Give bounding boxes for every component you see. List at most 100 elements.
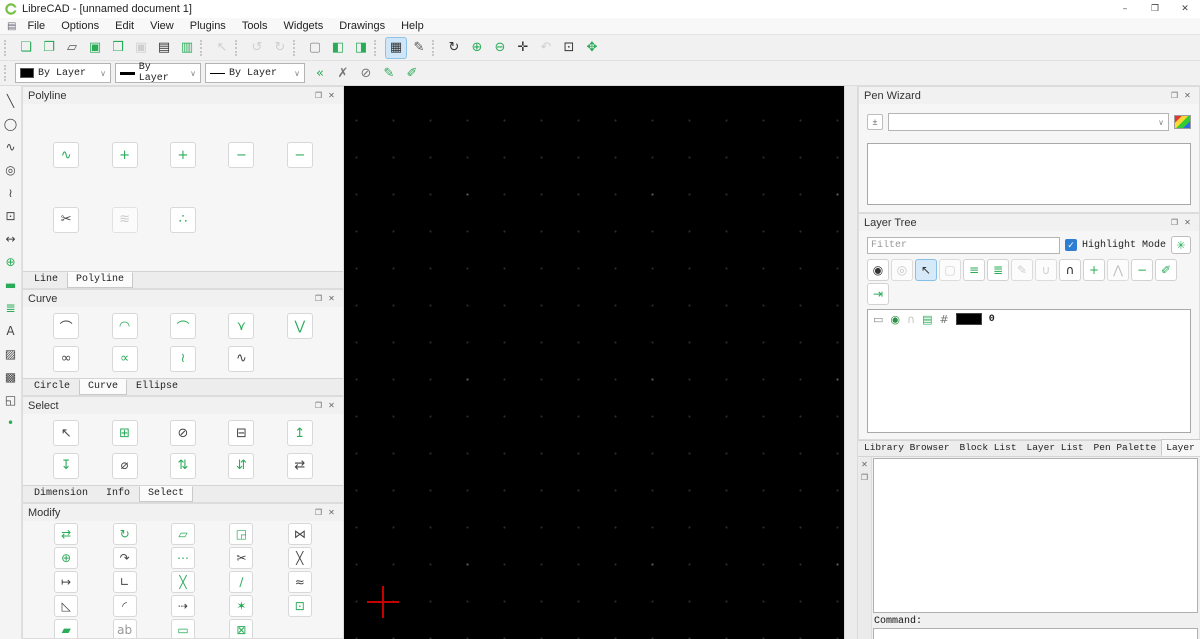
tab-library-browser[interactable]: Library Browser bbox=[859, 439, 955, 456]
tool-modify[interactable]: ⊕ bbox=[2, 253, 20, 270]
grid-toggle[interactable]: ▦ bbox=[385, 37, 407, 59]
pan-zoom-button[interactable]: ✥ bbox=[581, 37, 603, 59]
minimize-button[interactable]: – bbox=[1110, 0, 1140, 18]
selection-pointer-button[interactable]: ↖ bbox=[211, 37, 233, 59]
tab-dimension[interactable]: Dimension bbox=[25, 486, 97, 502]
toolbar-handle[interactable] bbox=[374, 40, 381, 56]
kill-all-actions-button[interactable]: ✗ bbox=[332, 62, 354, 84]
window-zoom-button[interactable]: ⊡ bbox=[558, 37, 580, 59]
invert-selection-tool[interactable]: ⇄ bbox=[287, 453, 313, 479]
float-dock-icon[interactable]: ❐ bbox=[312, 294, 325, 303]
parabola-four-points-tool[interactable]: ∞ bbox=[53, 346, 79, 372]
toolbar-handle[interactable] bbox=[235, 40, 242, 56]
spline-points-tool[interactable]: ⋎ bbox=[228, 313, 254, 339]
trim-segments-tool[interactable]: ✂ bbox=[53, 207, 79, 233]
pen-wizard-expander-button[interactable]: ± bbox=[867, 114, 883, 130]
unlock-all-layers-button[interactable]: ∪ bbox=[1035, 259, 1057, 281]
menu-options[interactable]: Options bbox=[53, 18, 107, 34]
menu-edit[interactable]: Edit bbox=[107, 18, 142, 34]
explode-tool[interactable]: ✶ bbox=[229, 595, 253, 617]
tool-select[interactable]: ⊡ bbox=[2, 207, 20, 224]
segments-to-polyline-tool[interactable]: ∴ bbox=[170, 207, 196, 233]
add-node-tool[interactable]: + bbox=[112, 142, 138, 168]
command-input[interactable] bbox=[873, 628, 1198, 639]
rotate-tool[interactable]: ↻ bbox=[113, 523, 137, 545]
new-child-layer-button[interactable]: ⇥ bbox=[867, 283, 889, 305]
tool-dimension[interactable]: ↔ bbox=[2, 230, 20, 247]
close-dock-icon[interactable]: ✕ bbox=[858, 460, 871, 469]
zoom-out-button[interactable]: ⊖ bbox=[489, 37, 511, 59]
layer-visibility-toggle[interactable]: ◉ bbox=[890, 313, 900, 326]
bezier-curve-tool[interactable]: ≀ bbox=[170, 346, 196, 372]
trim-two-tool[interactable]: ╳ bbox=[288, 547, 312, 569]
append-node-tool[interactable]: + bbox=[170, 142, 196, 168]
close-dock-icon[interactable]: ✕ bbox=[1181, 218, 1194, 227]
split-tool[interactable]: ∕ bbox=[229, 571, 253, 593]
layer-list[interactable]: ▭◉∩▤# 0 bbox=[867, 309, 1191, 433]
save-button[interactable]: ▣ bbox=[84, 37, 106, 59]
stretch-tool[interactable]: ⇢ bbox=[171, 595, 195, 617]
select-window-tool[interactable]: ⊞ bbox=[112, 420, 138, 446]
close-dock-icon[interactable]: ✕ bbox=[325, 508, 338, 517]
pen-wizard-combo[interactable]: ∨ bbox=[888, 113, 1169, 131]
divide-tool[interactable]: ⋯ bbox=[171, 547, 195, 569]
arc-center-point-angles-tool[interactable]: ⌒ bbox=[53, 313, 79, 339]
pick-pen-button[interactable]: ✎ bbox=[378, 62, 400, 84]
print-preview-button[interactable]: ▥ bbox=[176, 37, 198, 59]
delete-tool[interactable]: ▰ bbox=[54, 619, 78, 638]
open-button[interactable]: ▱ bbox=[61, 37, 83, 59]
float-dock-icon[interactable]: ❐ bbox=[858, 473, 871, 482]
tool-curve[interactable]: ∿ bbox=[2, 138, 20, 155]
pen-color-combo[interactable]: By Layer ∨ bbox=[15, 63, 111, 83]
float-dock-icon[interactable]: ❐ bbox=[312, 91, 325, 100]
new-from-template-button[interactable]: ❐ bbox=[38, 37, 60, 59]
highlight-mode-checkbox[interactable]: ✓ bbox=[1065, 239, 1077, 251]
menu-tools[interactable]: Tools bbox=[234, 18, 276, 34]
tab-line[interactable]: Line bbox=[25, 272, 67, 288]
deselect-all-tool[interactable]: ⌀ bbox=[112, 453, 138, 479]
color-palette-button[interactable] bbox=[1174, 115, 1191, 129]
draft-toggle[interactable]: ✎ bbox=[408, 37, 430, 59]
drawing-canvas[interactable] bbox=[344, 86, 844, 639]
mirror-tool[interactable]: ⋈ bbox=[288, 523, 312, 545]
layer-row[interactable]: ▭◉∩▤# 0 bbox=[868, 310, 1190, 328]
tab-block-list[interactable]: Block List bbox=[955, 439, 1022, 456]
zoom-in-button[interactable]: ⊕ bbox=[466, 37, 488, 59]
delete-selected-tool[interactable]: ⊠ bbox=[229, 619, 253, 638]
bevel-tool[interactable]: ◺ bbox=[54, 595, 78, 617]
toolbar-handle[interactable] bbox=[432, 40, 439, 56]
print-button[interactable]: ▤ bbox=[153, 37, 175, 59]
close-dock-icon[interactable]: ✕ bbox=[1181, 91, 1194, 100]
layer-construction-toggle[interactable]: # bbox=[939, 313, 948, 326]
auto-zoom-button[interactable]: ✛ bbox=[512, 37, 534, 59]
freehand-line-tool[interactable]: ∿ bbox=[228, 346, 254, 372]
layer-lock-toggle[interactable]: ∩ bbox=[907, 313, 915, 326]
command-history[interactable] bbox=[873, 458, 1198, 613]
tab-pen-palette[interactable]: Pen Palette bbox=[1089, 439, 1162, 456]
redo-button[interactable]: ↻ bbox=[269, 37, 291, 59]
left-dock-toggle[interactable]: ◧ bbox=[327, 37, 349, 59]
tool-hatch[interactable]: ▨ bbox=[2, 345, 20, 362]
right-dock-toggle[interactable]: ◨ bbox=[350, 37, 372, 59]
float-dock-icon[interactable]: ❐ bbox=[1168, 218, 1181, 227]
gear-icon[interactable]: ✳ bbox=[1171, 236, 1191, 254]
float-dock-icon[interactable]: ❐ bbox=[312, 401, 325, 410]
restore-button[interactable]: ❐ bbox=[1140, 0, 1170, 18]
close-button[interactable]: ✕ bbox=[1170, 0, 1200, 18]
toolbar-handle[interactable] bbox=[4, 40, 11, 56]
construction-layer-button[interactable]: ⋀ bbox=[1107, 259, 1129, 281]
tool-ellipse[interactable]: ◎ bbox=[2, 161, 20, 178]
edit-polyline-tool[interactable]: ▭ bbox=[171, 619, 195, 638]
lengthen-tool[interactable]: ↦ bbox=[54, 571, 78, 593]
show-all-layers-button[interactable]: ◉ bbox=[867, 259, 889, 281]
tool-image[interactable]: ▩ bbox=[2, 368, 20, 385]
flatten-tree-button[interactable]: ≣ bbox=[987, 259, 1009, 281]
kill-select-actions-button[interactable]: ⊘ bbox=[355, 62, 377, 84]
float-dock-icon[interactable]: ❐ bbox=[312, 508, 325, 517]
tab-select[interactable]: Select bbox=[139, 486, 193, 502]
layer-color-swatch[interactable] bbox=[956, 313, 982, 325]
deselect-entity-tool[interactable]: ⊘ bbox=[170, 420, 196, 446]
toolbar-handle[interactable] bbox=[200, 40, 207, 56]
menu-file[interactable]: File bbox=[19, 18, 53, 34]
move-copy-tool[interactable]: ⇄ bbox=[54, 523, 78, 545]
